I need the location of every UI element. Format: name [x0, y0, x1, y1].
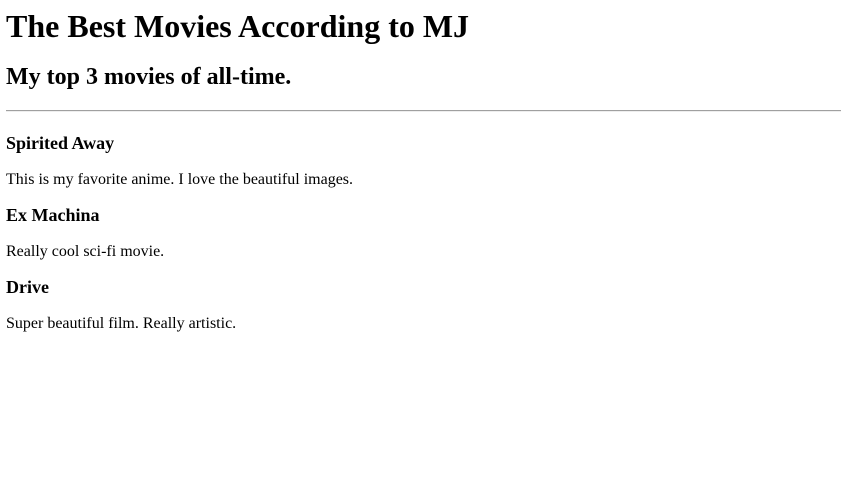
- page: The Best Movies According to MJ My top 3…: [0, 7, 849, 333]
- movie-description: This is my favorite anime. I love the be…: [6, 171, 354, 188]
- movie-list: Spirited Away This is my favorite anime.…: [6, 132, 841, 333]
- page-subtitle: My top 3 movies of all-time.: [6, 64, 292, 90]
- movie-title: Drive: [6, 277, 49, 297]
- movie-description: Super beautiful film. Really artistic.: [6, 315, 237, 332]
- movie-item-drive: Drive Super beautiful film. Really artis…: [6, 276, 841, 333]
- divider: [6, 110, 841, 112]
- movie-item-ex-machina: Ex Machina Really cool sci-fi movie.: [6, 204, 841, 261]
- movie-item-spirited-away: Spirited Away This is my favorite anime.…: [6, 132, 841, 189]
- movie-title: Spirited Away: [6, 133, 115, 153]
- page-title: The Best Movies According to MJ: [6, 8, 470, 44]
- movie-description: Really cool sci-fi movie.: [6, 243, 165, 260]
- movie-title: Ex Machina: [6, 205, 100, 225]
